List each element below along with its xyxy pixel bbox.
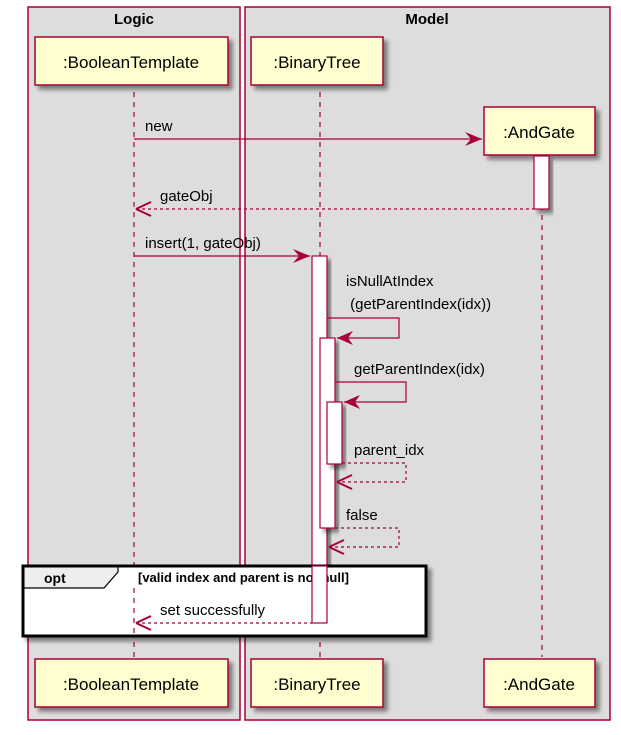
message-insert-label: insert(1, gateObj) bbox=[145, 235, 261, 252]
activation-binarytree-3 bbox=[326, 401, 343, 465]
fragment-opt-operator: opt bbox=[44, 570, 66, 586]
participant-binarytree-top[interactable]: :BinaryTree bbox=[250, 36, 384, 86]
participant-andgate-created[interactable]: :AndGate bbox=[483, 106, 596, 156]
box-logic-title: Logic bbox=[114, 11, 154, 28]
activation-andgate bbox=[533, 155, 550, 210]
participant-andgate-bottom[interactable]: :AndGate bbox=[483, 658, 596, 708]
message-false-label: false bbox=[346, 507, 378, 524]
message-getparentindex-label: getParentIndex(idx) bbox=[354, 361, 485, 378]
sequence-diagram: Logic Model :BooleanTemplate :BinaryTree… bbox=[21, 6, 611, 721]
message-set-successfully-label: set successfully bbox=[160, 602, 266, 619]
message-gateobj-label: gateObj bbox=[160, 188, 213, 205]
fragment-opt: opt [valid index and parent is not null] bbox=[21, 564, 428, 638]
box-model-title: Model bbox=[405, 11, 448, 28]
participant-booleantemplate-label: :BooleanTemplate bbox=[63, 53, 199, 72]
participant-andgate-bottom-label: :AndGate bbox=[503, 675, 575, 694]
participant-booleantemplate-top[interactable]: :BooleanTemplate bbox=[34, 36, 229, 86]
message-isnullatindex-label-line2: (getParentIndex(idx)) bbox=[346, 296, 491, 313]
message-parent-idx-label: parent_idx bbox=[354, 442, 425, 459]
participant-booleantemplate-bottom[interactable]: :BooleanTemplate bbox=[34, 658, 229, 708]
participant-binarytree-label: :BinaryTree bbox=[273, 53, 360, 72]
fragment-opt-tab bbox=[22, 565, 119, 589]
participant-binarytree-bottom[interactable]: :BinaryTree bbox=[250, 658, 384, 708]
message-isnullatindex-label-line1: isNullAtIndex bbox=[346, 273, 434, 290]
participant-booleantemplate-bottom-label: :BooleanTemplate bbox=[63, 675, 199, 694]
message-new-label: new bbox=[145, 118, 173, 135]
participant-andgate-label: :AndGate bbox=[503, 123, 575, 142]
activation-binarytree-1-overlay bbox=[311, 565, 328, 624]
participant-binarytree-bottom-label: :BinaryTree bbox=[273, 675, 360, 694]
